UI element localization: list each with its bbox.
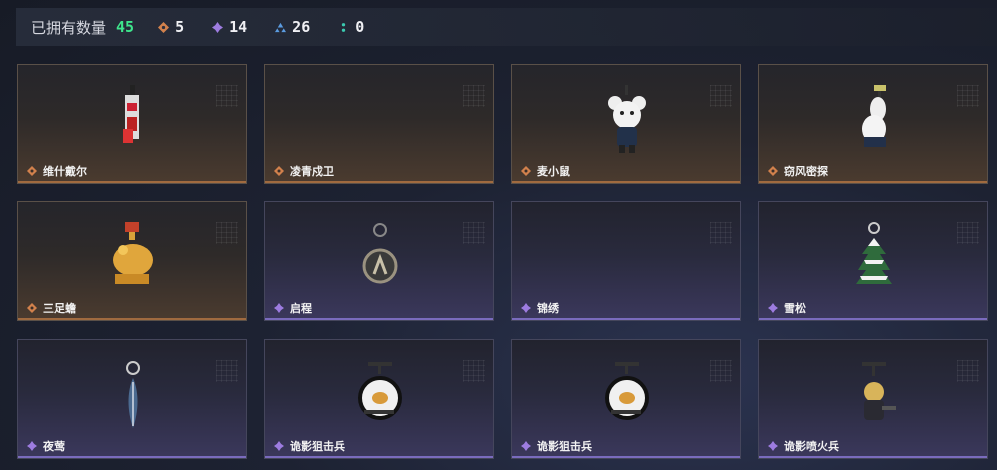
blue-triangle-icon <box>275 22 287 32</box>
card-pattern <box>710 222 732 244</box>
charm-name: 三足蟾 <box>43 302 76 315</box>
card-pattern <box>216 85 238 107</box>
card-pattern <box>463 85 485 107</box>
orange-rarity-count: 5 <box>175 18 185 36</box>
orange-diamond-icon <box>521 166 531 176</box>
toad-charm-icon <box>113 222 153 284</box>
card-pattern <box>463 360 485 382</box>
charm-label: 启程 <box>274 300 312 316</box>
mouse-charm-icon <box>608 85 646 153</box>
card-pattern <box>710 360 732 382</box>
charm-name: 诡影喷火兵 <box>784 440 839 453</box>
charm-name: 夜莺 <box>43 440 65 453</box>
charm-label: 凌青戍卫 <box>274 163 334 179</box>
charm-card[interactable]: 雪松 <box>758 201 988 321</box>
orange-diamond-icon <box>158 21 170 33</box>
charm-label: 诡影狙击兵 <box>521 438 592 454</box>
ring-charm-icon <box>362 223 398 284</box>
purple-rarity-stat: 14 <box>212 18 247 36</box>
card-pattern <box>216 360 238 382</box>
charm-name: 启程 <box>290 302 312 315</box>
card-pattern <box>957 222 979 244</box>
charm-name: 麦小鼠 <box>537 165 570 178</box>
charm-name: 诡影狙击兵 <box>290 440 345 453</box>
teal-rarity-count: 0 <box>355 18 365 36</box>
charm-label: 维什戴尔 <box>27 163 87 179</box>
charm-name: 雪松 <box>784 302 806 315</box>
charm-card[interactable]: 维什戴尔 <box>17 64 247 184</box>
purple-diamond-icon <box>521 441 531 451</box>
purple-diamond-icon <box>521 303 531 313</box>
charm-card[interactable]: 诡影喷火兵 <box>758 339 988 459</box>
charm-label: 锦绣 <box>521 300 559 316</box>
orange-diamond-icon <box>768 166 778 176</box>
purple-diamond-icon <box>768 303 778 313</box>
card-pattern <box>710 85 732 107</box>
charm-card[interactable]: 锦绣 <box>511 201 741 321</box>
charm-label: 窃风密探 <box>768 163 828 179</box>
charm-label: 三足蟾 <box>27 300 76 316</box>
orange-diamond-icon <box>27 166 37 176</box>
purple-diamond-icon <box>274 441 284 451</box>
purple-diamond-icon <box>27 441 37 451</box>
card-pattern <box>463 222 485 244</box>
sniper-charm-icon <box>358 362 402 420</box>
blue-rarity-stat: 26 <box>275 18 310 36</box>
charm-card[interactable]: 启程 <box>264 201 494 321</box>
purple-diamond-icon <box>274 303 284 313</box>
flamethrower-charm-icon <box>862 362 896 420</box>
charm-card[interactable]: 诡影狙击兵 <box>511 339 741 459</box>
vishdyer-charm-icon <box>123 85 139 143</box>
charm-card[interactable]: 三足蟾 <box>17 201 247 321</box>
blue-rarity-count: 26 <box>292 18 311 36</box>
snow-pine-charm-icon <box>856 222 892 284</box>
charm-label: 夜莺 <box>27 438 65 454</box>
orange-rarity-stat: 5 <box>158 18 184 36</box>
charm-name: 维什戴尔 <box>43 165 87 178</box>
charm-name: 凌青戍卫 <box>290 165 334 178</box>
charm-label: 雪松 <box>768 300 806 316</box>
charm-card[interactable]: 夜莺 <box>17 339 247 459</box>
charm-card[interactable]: 凌青戍卫 <box>264 64 494 184</box>
orange-diamond-icon <box>27 303 37 313</box>
purple-rarity-count: 14 <box>229 18 248 36</box>
card-pattern <box>957 360 979 382</box>
charm-name: 诡影狙击兵 <box>537 440 592 453</box>
charm-card[interactable]: 窃风密探 <box>758 64 988 184</box>
sniper-charm-icon <box>605 362 649 420</box>
card-pattern <box>957 85 979 107</box>
feather-charm-icon <box>126 361 140 428</box>
owned-count-title: 已拥有数量 <box>31 18 107 37</box>
purple-diamond-icon <box>768 441 778 451</box>
charm-card[interactable]: 诡影狙击兵 <box>264 339 494 459</box>
card-pattern <box>216 222 238 244</box>
charm-card[interactable]: 麦小鼠 <box>511 64 741 184</box>
charm-label: 麦小鼠 <box>521 163 570 179</box>
charm-name: 窃风密探 <box>784 165 828 178</box>
teal-dots-icon <box>342 22 346 32</box>
orange-diamond-icon <box>274 166 284 176</box>
charm-label: 诡影喷火兵 <box>768 438 839 454</box>
owned-count-bar: 已拥有数量 45 5 14 26 0 <box>16 8 997 46</box>
charm-label: 诡影狙击兵 <box>274 438 345 454</box>
charm-name: 锦绣 <box>537 302 559 315</box>
rabbit-charm-icon <box>862 85 886 147</box>
purple-diamond-icon <box>212 21 224 33</box>
owned-count-value: 45 <box>116 18 135 36</box>
teal-rarity-stat: 0 <box>338 18 364 36</box>
